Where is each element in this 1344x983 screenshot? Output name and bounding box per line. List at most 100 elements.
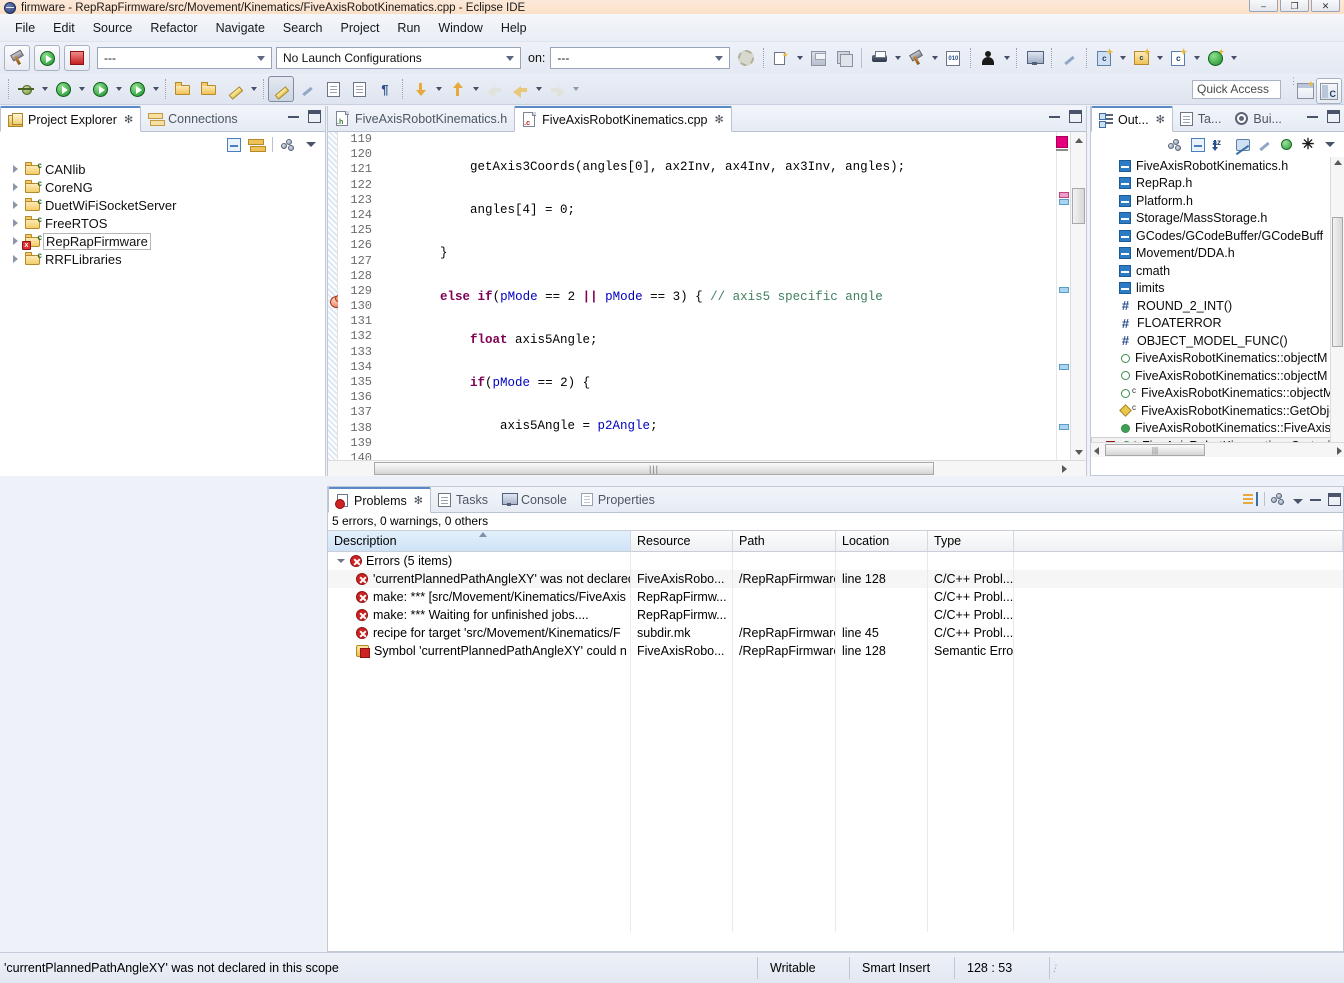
outline-item[interactable]: FiveAxisRobotKinematics::FiveAxis (1091, 420, 1344, 438)
marker-dropdown[interactable] (248, 78, 259, 100)
column-header-resource[interactable]: Resource (631, 531, 733, 551)
tree-item-duetwifisocketserver[interactable]: c DuetWiFiSocketServer (0, 196, 325, 214)
new-c-folder-dropdown[interactable] (1154, 47, 1165, 69)
menu-refactor[interactable]: Refactor (141, 18, 206, 38)
close-button[interactable]: ✕ (1311, 0, 1340, 12)
tab-problems[interactable]: Problems ✻ (328, 487, 432, 513)
run-history-button[interactable] (87, 76, 113, 102)
maximize-icon[interactable] (308, 110, 321, 123)
new-c-file-button[interactable]: c ✦ (1165, 45, 1191, 71)
overview-mark[interactable] (1059, 287, 1069, 293)
minimize-icon[interactable] (1309, 493, 1322, 506)
save-all-button[interactable] (831, 45, 857, 71)
marker-button[interactable] (222, 76, 248, 102)
outline-item[interactable]: # FLOATERROR (1091, 315, 1344, 333)
table-row-group[interactable]: Errors (5 items) (328, 552, 1343, 570)
toggle-block-button[interactable] (346, 76, 372, 102)
scroll-left-arrow[interactable] (1094, 447, 1099, 455)
tree-item-canlib[interactable]: c CANlib (0, 160, 325, 178)
open-declaration-button[interactable] (320, 76, 346, 102)
previous-annotation-button[interactable] (444, 76, 470, 102)
outline-item[interactable]: # ROUND_2_INT() (1091, 297, 1344, 315)
binary-button[interactable]: 010 (940, 45, 966, 71)
launch-settings-button[interactable] (733, 45, 759, 71)
overview-mark[interactable] (1059, 199, 1069, 205)
scroll-up-arrow[interactable] (1334, 160, 1342, 165)
collapse-all-button[interactable] (224, 135, 244, 155)
view-menu-icon[interactable] (1293, 499, 1303, 504)
outline-item[interactable]: Movement/DDA.h (1091, 245, 1344, 263)
outline-item[interactable]: cmath (1091, 262, 1344, 280)
print-button[interactable] (866, 45, 892, 71)
view-menu-button[interactable] (301, 135, 321, 155)
hide-static-button[interactable] (1254, 135, 1274, 155)
tab-fiveaxisrobotkinematics-h[interactable]: .h FiveAxisRobotKinematics.h (328, 106, 514, 131)
next-annotation-button[interactable] (407, 76, 433, 102)
debug-dropdown[interactable] (39, 78, 50, 100)
tree-item-freertos[interactable]: c FreeRTOS (0, 214, 325, 232)
scroll-down-arrow[interactable] (1071, 444, 1086, 460)
build-all-button[interactable] (903, 45, 929, 71)
scroll-right-arrow[interactable] (1337, 447, 1342, 455)
open-type-button[interactable] (170, 76, 196, 102)
open-perspective-button[interactable]: ✦ (1292, 78, 1318, 104)
expand-arrow-icon[interactable] (10, 236, 21, 247)
status-resize-grip[interactable]: ⋮ (1049, 957, 1059, 979)
hide-nonpublic-button[interactable] (1276, 135, 1296, 155)
skip-all-breakpoints-button[interactable] (294, 76, 320, 102)
expand-arrow-icon[interactable] (10, 164, 21, 175)
outline-item[interactable]: FiveAxisRobotKinematics::objectM (1091, 350, 1344, 368)
run-external-button[interactable] (124, 76, 150, 102)
open-resource-button[interactable] (196, 76, 222, 102)
skip-breakpoints-button[interactable] (1056, 45, 1082, 71)
outline-horizontal-scrollbar[interactable]: ||| (1091, 442, 1344, 457)
outline-item[interactable]: FiveAxisRobotKinematics.h (1091, 157, 1344, 175)
minimize-icon[interactable] (287, 110, 300, 123)
target-combo[interactable]: --- (550, 47, 731, 69)
maximize-icon[interactable] (1069, 110, 1082, 123)
run-history-dropdown[interactable] (113, 78, 124, 100)
outline-list[interactable]: FiveAxisRobotKinematics.h RepRap.h Platf… (1091, 157, 1344, 457)
scroll-thumb[interactable]: ||| (374, 462, 934, 475)
new-class-button[interactable]: ✦ (1202, 45, 1228, 71)
forward-button[interactable] (544, 76, 570, 102)
problems-empty-area[interactable] (328, 660, 1343, 932)
outline-item[interactable]: limits (1091, 280, 1344, 298)
menu-project[interactable]: Project (332, 18, 389, 38)
terminal-button[interactable] (1021, 45, 1047, 71)
new-c-project-dropdown[interactable] (1117, 47, 1128, 69)
build-dropdown[interactable] (929, 47, 940, 69)
editor-horizontal-scrollbar[interactable]: ||| (328, 460, 1086, 476)
next-annotation-dropdown[interactable] (433, 78, 444, 100)
outline-item[interactable]: c FiveAxisRobotKinematics::GetObje (1091, 402, 1344, 420)
debug-button[interactable] (13, 76, 39, 102)
minimize-button[interactable]: – (1249, 0, 1278, 12)
back-button[interactable] (507, 76, 533, 102)
view-menu-dots-icon[interactable] (1271, 492, 1287, 506)
run-dropdown[interactable] (76, 78, 87, 100)
last-edit-button[interactable] (481, 76, 507, 102)
link-with-editor-button[interactable] (246, 135, 266, 155)
column-header-description[interactable]: Description (328, 531, 631, 551)
menu-window[interactable]: Window (429, 18, 491, 38)
outline-item[interactable]: RepRap.h (1091, 175, 1344, 193)
tab-outline[interactable]: Out... ✻ (1091, 106, 1173, 132)
menu-file[interactable]: File (6, 18, 44, 38)
outline-item[interactable]: Platform.h (1091, 192, 1344, 210)
run-button-2[interactable] (50, 76, 76, 102)
close-icon[interactable]: ✻ (124, 113, 133, 126)
tree-item-reprapfirmware[interactable]: c x RepRapFirmware (0, 232, 325, 250)
maximize-icon[interactable] (1328, 492, 1341, 506)
minimize-icon[interactable] (1048, 110, 1061, 123)
tab-fiveaxisrobotkinematics-cpp[interactable]: .c FiveAxisRobotKinematics.cpp ✻ (514, 106, 732, 132)
overview-status-error-icon[interactable] (1056, 136, 1068, 148)
tab-project-explorer[interactable]: Project Explorer ✻ (0, 106, 142, 132)
view-menu-dots-button[interactable] (1166, 135, 1186, 155)
hide-fields-button[interactable] (1232, 135, 1252, 155)
tab-properties[interactable]: Properties (574, 487, 662, 512)
collapse-all-button[interactable] (1188, 135, 1208, 155)
scroll-up-arrow[interactable] (1071, 132, 1086, 148)
close-icon[interactable]: ✻ (1156, 113, 1165, 126)
run-external-dropdown[interactable] (150, 78, 161, 100)
expand-arrow-icon[interactable] (10, 254, 21, 265)
